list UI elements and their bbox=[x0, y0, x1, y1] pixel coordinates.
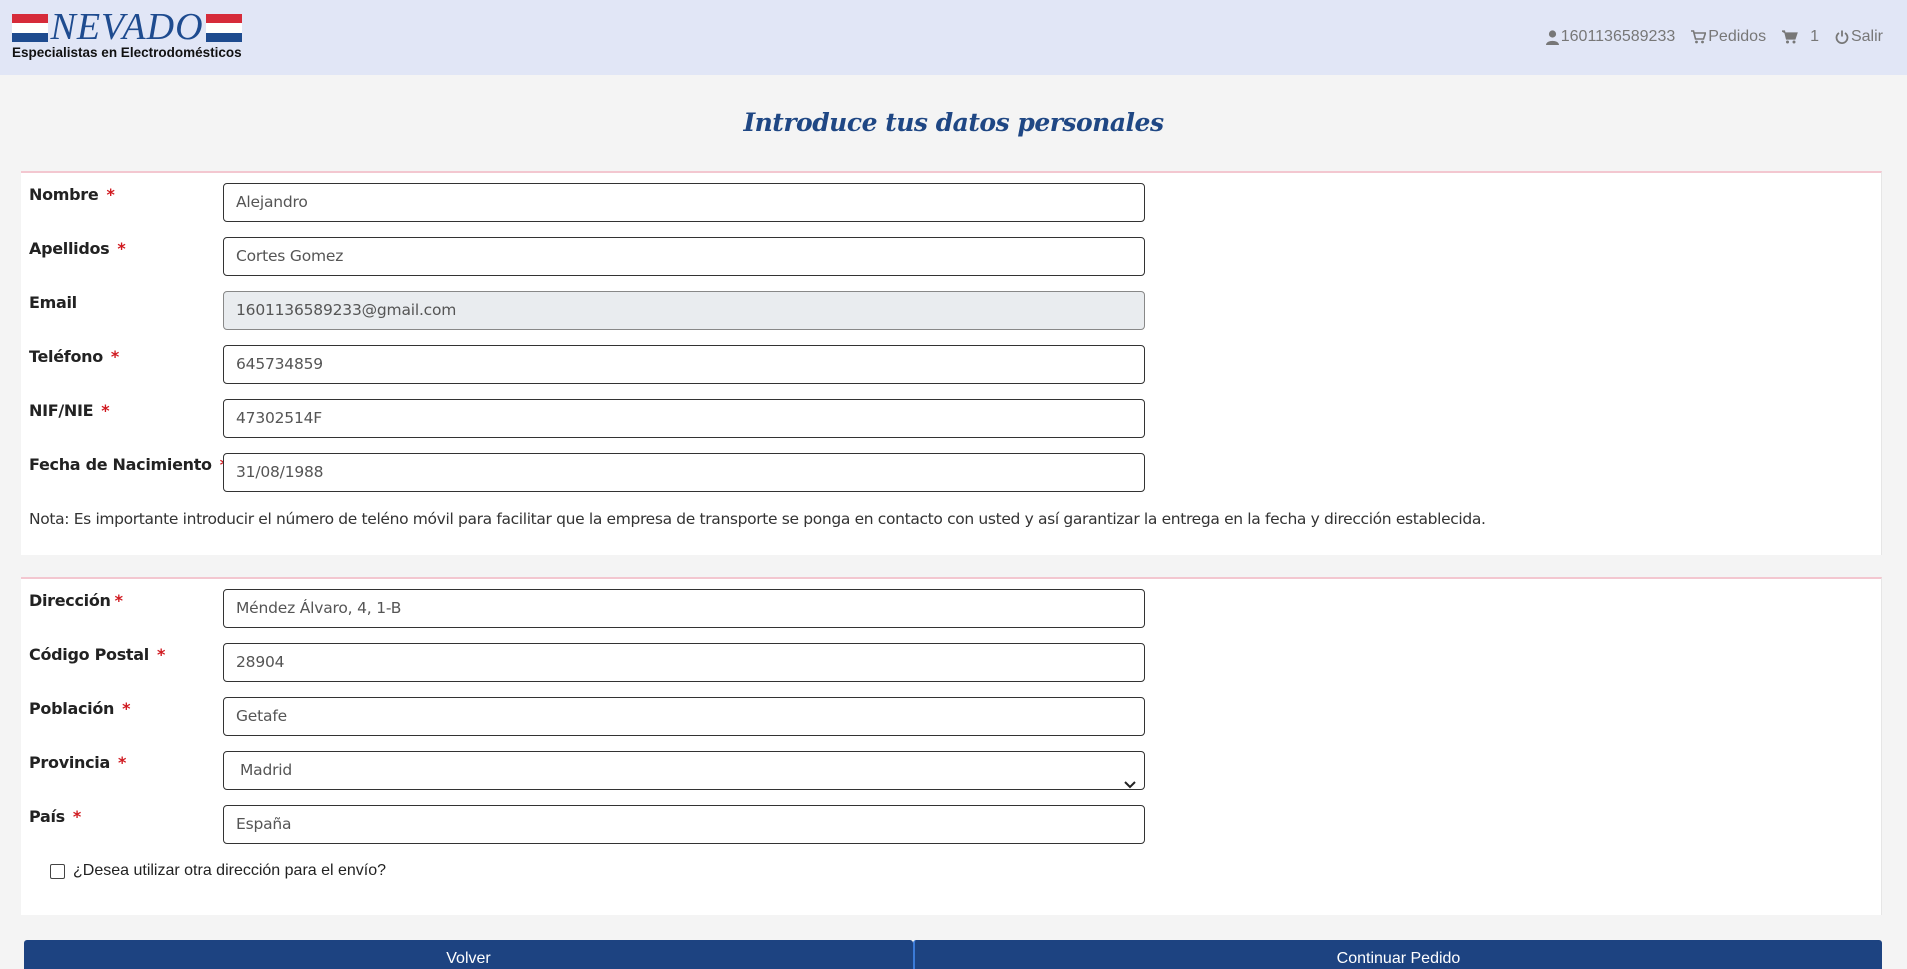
personal-data-panel: Nombre * Alejandro Apellidos * Cortes Gome… bbox=[21, 171, 1882, 555]
direccion-row: Dirección * Méndez Álvaro, 4, 1-B bbox=[21, 579, 1221, 628]
shopping-cart-icon bbox=[1782, 30, 1800, 44]
phone-note: Nota: Es importante introducir el número… bbox=[29, 510, 1486, 528]
poblacion-label: Población * bbox=[29, 699, 131, 718]
email-label: Email bbox=[29, 293, 77, 312]
required-marker: * bbox=[122, 699, 131, 718]
back-button[interactable]: Volver bbox=[24, 940, 913, 969]
nif-row: NIF/NIE * 47302514F bbox=[21, 389, 1221, 438]
telefono-label: Teléfono * bbox=[29, 347, 119, 366]
required-marker: * bbox=[156, 645, 166, 664]
nombre-input[interactable]: Alejandro bbox=[223, 183, 1145, 222]
page-title: Introduce tus datos personales bbox=[743, 108, 1164, 137]
provincia-row: Provincia * Madrid bbox=[21, 741, 1221, 790]
continue-order-button[interactable]: Continuar Pedido bbox=[913, 940, 1882, 969]
nif-input[interactable]: 47302514F bbox=[223, 399, 1145, 438]
address-panel: Dirección * Méndez Álvaro, 4, 1-B Código … bbox=[21, 577, 1882, 915]
email-row: Email 1601136589233@gmail.com bbox=[21, 281, 1221, 330]
required-marker: * bbox=[101, 401, 110, 420]
required-marker: * bbox=[106, 185, 115, 204]
nevado-logo[interactable]: NEVADO Especialistas en Electrodoméstico… bbox=[12, 8, 242, 64]
pais-label: País * bbox=[29, 807, 81, 826]
power-icon bbox=[1835, 30, 1851, 44]
cart-count: 1 bbox=[1810, 28, 1819, 45]
email-input: 1601136589233@gmail.com bbox=[223, 291, 1145, 330]
logout-label: Salir bbox=[1850, 28, 1883, 45]
fecha-nacimiento-label: Fecha de Nacimiento* bbox=[29, 455, 228, 474]
cart-arrow-icon bbox=[1691, 30, 1708, 44]
telefono-row: Teléfono * 645734859 bbox=[21, 335, 1221, 384]
nombre-label: Nombre * bbox=[29, 185, 115, 204]
user-id-label: 1601136589233 bbox=[1560, 28, 1676, 45]
apellidos-input[interactable]: Cortes Gomez bbox=[223, 237, 1145, 276]
top-header: NEVADO Especialistas en Electrodoméstico… bbox=[0, 0, 1907, 75]
poblacion-row: Población * Getafe bbox=[21, 687, 1221, 736]
codigo-postal-label: Código Postal * bbox=[29, 645, 166, 664]
pais-input[interactable]: España bbox=[223, 805, 1145, 844]
provincia-selected-value: Madrid bbox=[240, 761, 293, 779]
direccion-label: Dirección * bbox=[29, 591, 123, 610]
nombre-row: Nombre * Alejandro bbox=[21, 173, 1221, 222]
flag-icon bbox=[12, 14, 48, 42]
other-address-option[interactable]: ¿Desea utilizar otra dirección para el e… bbox=[50, 862, 386, 880]
apellidos-label: Apellidos * bbox=[29, 239, 126, 258]
other-address-checkbox[interactable] bbox=[50, 863, 65, 879]
poblacion-input[interactable]: Getafe bbox=[223, 697, 1145, 736]
logo-tagline: Especialistas en Electrodomésticos bbox=[12, 45, 242, 60]
user-account-link[interactable]: 1601136589233 bbox=[1545, 28, 1676, 46]
telefono-input[interactable]: 645734859 bbox=[223, 345, 1145, 384]
apellidos-row: Apellidos * Cortes Gomez bbox=[21, 227, 1221, 276]
user-icon bbox=[1545, 29, 1561, 45]
provincia-label: Provincia * bbox=[29, 753, 127, 772]
user-nav: 1601136589233 Pedidos 1 Salir bbox=[1545, 28, 1883, 46]
required-marker: * bbox=[117, 753, 127, 772]
codigo-postal-input[interactable]: 28904 bbox=[223, 643, 1145, 682]
pais-row: País * España bbox=[21, 795, 1221, 844]
other-address-label: ¿Desea utilizar otra dirección para el e… bbox=[73, 862, 387, 879]
provincia-select[interactable]: Madrid bbox=[223, 751, 1145, 790]
required-marker: * bbox=[110, 347, 119, 366]
logo-text: NEVADO bbox=[50, 6, 204, 48]
orders-label: Pedidos bbox=[1708, 28, 1767, 45]
flag-icon bbox=[206, 14, 242, 42]
orders-link[interactable]: Pedidos bbox=[1691, 28, 1766, 46]
logout-link[interactable]: Salir bbox=[1835, 28, 1883, 46]
fecha-nacimiento-input[interactable]: 31/08/1988 bbox=[223, 453, 1145, 492]
required-marker: * bbox=[117, 239, 126, 258]
required-marker: * bbox=[114, 591, 123, 610]
required-marker: * bbox=[72, 807, 81, 826]
nif-label: NIF/NIE * bbox=[29, 401, 110, 420]
fecha-nacimiento-row: Fecha de Nacimiento* 31/08/1988 bbox=[21, 443, 1221, 492]
codigo-postal-row: Código Postal * 28904 bbox=[21, 633, 1221, 682]
cart-link[interactable]: 1 bbox=[1782, 28, 1819, 46]
direccion-input[interactable]: Méndez Álvaro, 4, 1-B bbox=[223, 589, 1145, 628]
